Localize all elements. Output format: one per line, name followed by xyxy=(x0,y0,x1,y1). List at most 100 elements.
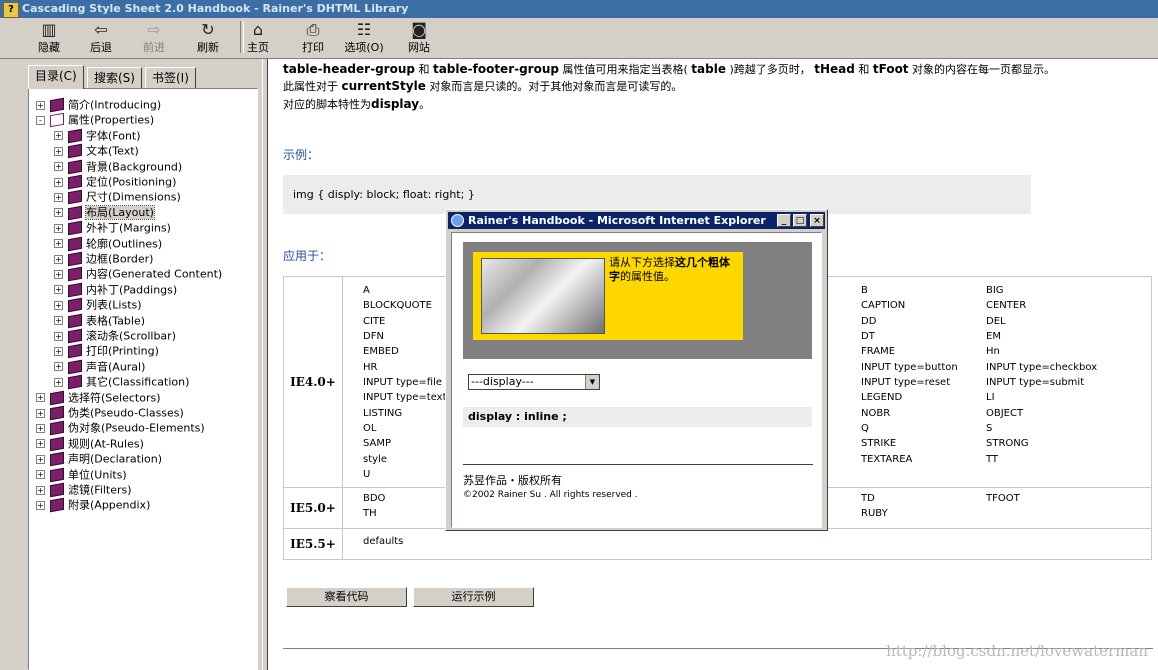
tree-item[interactable]: + 单位(Units) xyxy=(36,467,127,482)
toolbar-button-1[interactable]: ⇦ 后退 xyxy=(88,21,114,55)
maximize-button[interactable]: □ xyxy=(793,214,807,227)
element-column: TFOOT xyxy=(986,491,1020,506)
tab-contents[interactable]: 目录(C) xyxy=(28,65,84,89)
tree-item[interactable]: + 滚动条(Scrollbar) xyxy=(54,328,176,344)
tree-item[interactable]: + 文本(Text) xyxy=(54,143,139,159)
tree-item[interactable]: + 附录(Appendix) xyxy=(36,497,150,513)
tree-item-label: 文本(Text) xyxy=(86,144,139,158)
tree-item[interactable]: + 打印(Printing) xyxy=(54,343,159,359)
minimize-button[interactable]: _ xyxy=(777,214,791,227)
element-name: BLOCKQUOTE xyxy=(363,300,432,312)
popup-body: 请从下方选择这几个粗体字的属性值。 ---display--- ▼ displa… xyxy=(451,232,822,528)
expand-icon[interactable]: + xyxy=(36,485,45,495)
toolbar-button-7[interactable]: ◙ 网站 xyxy=(406,21,432,55)
expand-icon[interactable]: + xyxy=(54,254,63,264)
expand-icon[interactable]: + xyxy=(54,285,63,295)
tree-item[interactable]: + 规则(At-Rules) xyxy=(36,436,144,452)
keyword: table xyxy=(691,62,726,76)
tree-item[interactable]: + 轮廓(Outlines) xyxy=(54,236,162,251)
element-name: CITE xyxy=(363,315,386,327)
tree-item[interactable]: + 布局(Layout) xyxy=(54,205,155,221)
expand-icon[interactable]: + xyxy=(54,331,63,341)
toolbar-button-5[interactable]: ⎙ 打印 xyxy=(300,21,326,55)
contents-tree: + 简介(Introducing) - 属性(Properties) + 字体(Font)… xyxy=(28,88,258,670)
tree-item[interactable]: + 声音(Aural) xyxy=(54,359,145,375)
expand-icon[interactable]: + xyxy=(54,316,63,326)
tree-item[interactable]: + 外补丁(Margins) xyxy=(54,220,171,236)
expand-icon[interactable]: + xyxy=(36,100,45,110)
book-icon xyxy=(68,220,82,236)
element-name: DT xyxy=(861,331,875,343)
expand-icon[interactable]: + xyxy=(54,223,63,233)
expand-icon[interactable]: + xyxy=(36,454,45,464)
expand-icon[interactable]: + xyxy=(36,500,45,510)
expand-icon[interactable]: + xyxy=(54,300,63,310)
tree-item[interactable]: + 尺寸(Dimensions) xyxy=(54,189,181,205)
tree-item[interactable]: + 伪类(Pseudo-Classes) xyxy=(36,405,184,421)
expand-icon[interactable]: + xyxy=(54,131,63,141)
element-column: B CAPTION DD DT FRAME INPUT type=button INPUT … xyxy=(861,283,958,467)
expand-icon[interactable]: + xyxy=(54,177,63,187)
expand-icon[interactable]: + xyxy=(54,269,63,279)
expand-icon[interactable]: + xyxy=(54,208,63,218)
tree-item[interactable]: + 其它(Classification) xyxy=(54,374,189,390)
run-example-button[interactable]: 运行示例 xyxy=(413,587,534,607)
tree-item[interactable]: + 背景(Background) xyxy=(54,159,182,174)
element-name: INPUT type=button xyxy=(861,361,958,373)
expand-icon[interactable]: + xyxy=(36,393,45,403)
expand-icon[interactable]: + xyxy=(54,362,63,372)
expand-icon[interactable]: + xyxy=(36,470,45,480)
chevron-down-icon[interactable]: ▼ xyxy=(585,375,599,389)
tree-item-label: 列表(Lists) xyxy=(86,298,142,312)
tree-item[interactable]: + 表格(Table) xyxy=(54,313,145,328)
tree-item[interactable]: + 边框(Border) xyxy=(54,251,153,267)
tree-item[interactable]: + 内容(Generated Content) xyxy=(54,266,222,282)
elements-cell: defaults xyxy=(342,528,1152,560)
expand-icon[interactable]: + xyxy=(54,377,63,387)
expand-icon[interactable]: + xyxy=(54,192,63,202)
tree-item[interactable]: - 属性(Properties) xyxy=(36,112,155,128)
tree-item[interactable]: + 选择符(Selectors) xyxy=(36,390,161,405)
element-name: EMBED xyxy=(363,346,399,358)
display-select[interactable]: ---display--- ▼ xyxy=(468,374,600,390)
collapse-icon[interactable]: - xyxy=(36,115,45,125)
toolbar-button-4[interactable]: ⌂ 主页 xyxy=(247,21,269,55)
expand-icon[interactable]: + xyxy=(36,408,45,418)
navigation-pane: 目录(C) 搜索(S) 书签(I) + 简介(Introducing) - 属性(Pr… xyxy=(0,59,262,670)
tree-item[interactable]: + 内补丁(Paddings) xyxy=(54,282,177,298)
tree-item-label: 选择符(Selectors) xyxy=(68,391,161,405)
close-button[interactable]: × xyxy=(810,214,824,227)
toolbar-button-0[interactable]: ▥ 隐藏 xyxy=(36,21,62,55)
prompt-text: 的属性值。 xyxy=(620,270,675,283)
tree-item[interactable]: + 简介(Introducing) xyxy=(36,97,161,113)
tree-item[interactable]: + 声明(Declaration) xyxy=(36,451,162,467)
tree-item-label: 字体(Font) xyxy=(86,129,141,143)
tree-item[interactable]: + 定位(Positioning) xyxy=(54,174,176,190)
expand-icon[interactable]: + xyxy=(54,239,63,249)
toolbar-button-6[interactable]: ☷ 选项(O) xyxy=(344,21,384,55)
book-icon xyxy=(50,498,64,513)
tab-bookmarks[interactable]: 书签(I) xyxy=(145,67,196,88)
tab-search[interactable]: 搜索(S) xyxy=(87,67,142,88)
expand-icon[interactable]: + xyxy=(36,439,45,449)
view-code-button[interactable]: 察看代码 xyxy=(286,587,407,607)
toolbar-button-3[interactable]: ↻ 刷新 xyxy=(195,21,221,55)
expand-icon[interactable]: + xyxy=(54,146,63,156)
refresh-icon: ↻ xyxy=(201,20,215,39)
website-icon: ◙ xyxy=(411,20,427,39)
popup-title-bar[interactable]: Rainer's Handbook - Microsoft Internet E… xyxy=(448,212,825,229)
expand-icon[interactable]: + xyxy=(36,423,45,433)
tree-item[interactable]: + 列表(Lists) xyxy=(54,297,142,313)
book-icon xyxy=(68,282,82,298)
book-icon xyxy=(50,421,64,436)
tree-item-label: 属性(Properties) xyxy=(68,113,155,127)
tree-item[interactable]: + 滤镜(Filters) xyxy=(36,482,132,498)
table-row: IE5.5+ defaults xyxy=(283,528,1152,560)
text: 。 xyxy=(419,98,431,111)
hide-icon: ▥ xyxy=(41,20,57,39)
toolbar-button-label: 前进 xyxy=(143,41,165,54)
expand-icon[interactable]: + xyxy=(54,346,63,356)
tree-item[interactable]: + 字体(Font) xyxy=(54,128,141,144)
tree-item[interactable]: + 伪对象(Pseudo-Elements) xyxy=(36,420,205,436)
expand-icon[interactable]: + xyxy=(54,162,63,172)
